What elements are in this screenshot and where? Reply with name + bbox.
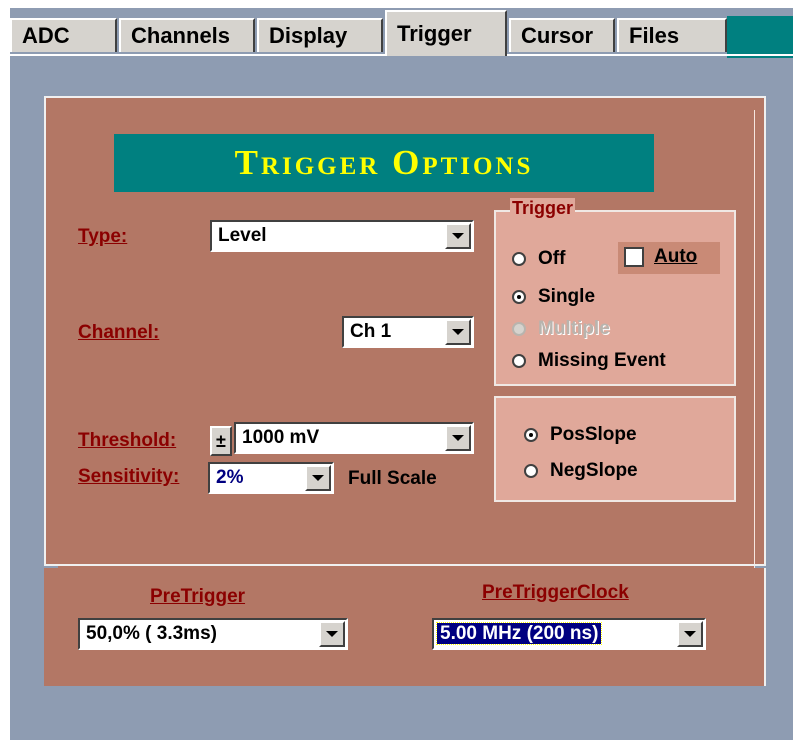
radio-selected-icon xyxy=(524,428,538,442)
tab-strip-fill xyxy=(727,16,793,58)
section-divider xyxy=(44,564,766,566)
pretrigger-label: PreTrigger xyxy=(150,586,246,607)
tab-bar: ADC Channels Display Trigger Cursor File… xyxy=(10,8,793,58)
radio-icon xyxy=(512,322,526,336)
radio-icon xyxy=(512,252,526,266)
radio-missing-event[interactable]: Missing Event xyxy=(512,350,666,372)
tab-label: Cursor xyxy=(521,23,594,48)
plus-minus-icon: ± xyxy=(216,430,226,451)
radio-off[interactable]: Off xyxy=(512,248,565,270)
pretrigger-clock-label: PreTriggerClock xyxy=(482,582,629,603)
threshold-dropdown-button[interactable] xyxy=(445,425,471,451)
radio-negslope[interactable]: NegSlope xyxy=(524,460,638,482)
type-dropdown[interactable]: Level xyxy=(210,220,474,252)
radio-selected-icon xyxy=(512,290,526,304)
chevron-down-icon xyxy=(452,435,464,441)
tab-trigger[interactable]: Trigger xyxy=(385,10,507,56)
radio-multiple[interactable]: Multiple xyxy=(512,318,610,340)
radio-single[interactable]: Single xyxy=(512,286,595,308)
chevron-down-icon xyxy=(326,631,338,637)
tab-adc[interactable]: ADC xyxy=(10,18,117,52)
radio-label: Single xyxy=(538,286,596,307)
tab-cursor[interactable]: Cursor xyxy=(509,18,615,52)
type-dropdown-button[interactable] xyxy=(445,223,471,249)
sensitivity-label: Sensitivity: xyxy=(78,466,180,487)
pretrigger-dropdown-button[interactable] xyxy=(319,621,345,647)
threshold-value: 1000 mV xyxy=(242,427,320,448)
trigger-group-title: Trigger xyxy=(510,198,576,219)
trigger-panel-inner: Trigger Options Type: Level Channel: Ch … xyxy=(58,110,755,568)
radio-posslope[interactable]: PosSlope xyxy=(524,424,637,446)
radio-icon xyxy=(524,464,538,478)
pretrigger-dropdown[interactable]: 50,0% ( 3.3ms) xyxy=(78,618,348,650)
channel-value: Ch 1 xyxy=(350,321,392,342)
app-window: ADC Channels Display Trigger Cursor File… xyxy=(10,8,793,740)
radio-label: Missing Event xyxy=(538,350,666,371)
auto-checkbox[interactable]: Auto xyxy=(624,246,697,268)
type-label: Type: xyxy=(78,226,128,247)
full-scale-text: Full Scale xyxy=(348,468,437,489)
type-value: Level xyxy=(218,225,267,246)
tab-label: Channels xyxy=(131,23,231,48)
chevron-down-icon xyxy=(452,233,464,239)
pretrigger-clock-dropdown[interactable]: 5.00 MHz (200 ns) xyxy=(432,618,706,650)
channel-dropdown[interactable]: Ch 1 xyxy=(342,316,474,348)
pretrigger-clock-value: 5.00 MHz (200 ns) xyxy=(435,622,603,645)
sensitivity-dropdown[interactable]: 2% xyxy=(208,462,334,494)
page-title: Trigger Options xyxy=(114,134,654,192)
channel-label: Channel: xyxy=(78,322,160,343)
pretrigger-clock-dropdown-button[interactable] xyxy=(677,621,703,647)
page-title-text: Trigger Options xyxy=(234,143,534,182)
tab-label: Files xyxy=(629,23,680,48)
radio-label: Off xyxy=(538,248,566,269)
radio-label: PosSlope xyxy=(550,424,637,445)
radio-label: Multiple xyxy=(538,318,610,339)
chevron-down-icon xyxy=(684,631,696,637)
sensitivity-dropdown-button[interactable] xyxy=(305,465,331,491)
trigger-panel: Trigger Options Type: Level Channel: Ch … xyxy=(44,96,766,568)
tab-label: Display xyxy=(269,23,348,48)
tab-label: Trigger xyxy=(397,21,472,46)
plus-minus-button[interactable]: ± xyxy=(210,426,232,456)
auto-label: Auto xyxy=(654,246,698,267)
trigger-mode-group: Trigger Off Auto Single Multiple Missing… xyxy=(494,198,736,386)
tab-label: ADC xyxy=(22,23,70,48)
chevron-down-icon xyxy=(312,475,324,481)
tab-display[interactable]: Display xyxy=(257,18,383,52)
sensitivity-value: 2% xyxy=(216,467,244,488)
checkbox-icon xyxy=(624,247,644,267)
radio-icon xyxy=(512,354,526,368)
chevron-down-icon xyxy=(452,329,464,335)
channel-dropdown-button[interactable] xyxy=(445,319,471,345)
threshold-label: Threshold: xyxy=(78,430,177,451)
pretrigger-section: PreTrigger 50,0% ( 3.3ms) PreTriggerCloc… xyxy=(44,568,766,686)
pretrigger-value: 50,0% ( 3.3ms) xyxy=(86,623,217,644)
slope-group: PosSlope NegSlope xyxy=(494,396,736,502)
radio-label: NegSlope xyxy=(550,460,638,481)
tab-files[interactable]: Files xyxy=(617,18,727,52)
tab-channels[interactable]: Channels xyxy=(119,18,255,52)
pretrigger-clock-value-wrap: 5.00 MHz (200 ns) xyxy=(435,622,677,645)
threshold-dropdown[interactable]: 1000 mV xyxy=(234,422,474,454)
